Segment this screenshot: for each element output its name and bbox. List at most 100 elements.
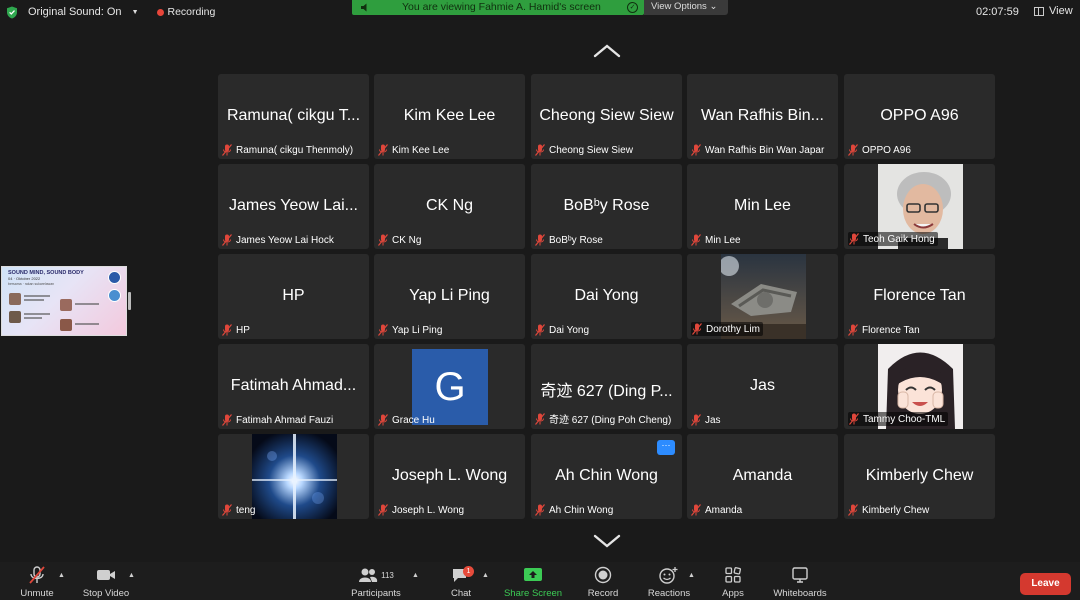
participant-tile[interactable]: G Grace Hu: [374, 344, 525, 429]
muted-mic-icon: [535, 412, 545, 425]
stop-video-button[interactable]: Stop Video: [80, 566, 132, 599]
participant-tile[interactable]: Florence Tan Florence Tan: [844, 254, 995, 339]
recording-label: Recording: [167, 6, 216, 18]
reactions-button[interactable]: Reactions: [645, 566, 693, 599]
participant-tile[interactable]: Min Lee Min Lee: [687, 164, 838, 249]
participant-tile[interactable]: ··· Ah Chin Wong Ah Chin Wong: [531, 434, 682, 519]
participant-tile[interactable]: James Yeow Lai... James Yeow Lai Hock: [218, 164, 369, 249]
muted-mic-icon: [535, 504, 545, 516]
muted-mic-icon: [849, 233, 859, 245]
video-gallery: Ramuna( cikgu T... Ramuna( cikgu Thenmol…: [218, 74, 996, 520]
participant-caption: Ah Chin Wong: [535, 504, 613, 516]
participant-display-name: James Yeow Lai...: [229, 197, 358, 214]
stop-video-label: Stop Video: [82, 588, 130, 599]
record-label: Record: [587, 588, 619, 599]
participant-name: Cheong Siew Siew: [549, 144, 633, 156]
chat-button[interactable]: 1 Chat: [446, 566, 476, 599]
participant-name: CK Ng: [392, 234, 422, 246]
participants-count: 113: [381, 570, 394, 580]
participant-tile[interactable]: Amanda Amanda: [687, 434, 838, 519]
participant-name: Amanda: [705, 504, 743, 516]
muted-mic-icon: [848, 324, 858, 336]
participant-display-name: CK Ng: [425, 197, 474, 214]
participant-display-name: Florence Tan: [873, 287, 966, 304]
participant-tile[interactable]: Dorothy Lim: [687, 254, 838, 339]
participant-tile[interactable]: Joseph L. Wong Joseph L. Wong: [374, 434, 525, 519]
participant-tile[interactable]: Jas Jas: [687, 344, 838, 429]
participant-display-name: Yap Li Ping: [409, 287, 490, 304]
text-line: [24, 317, 42, 319]
muted-mic-icon: [378, 324, 388, 336]
participant-tile[interactable]: Wan Rafhis Bin... Wan Rafhis Bin Wan Jap…: [687, 74, 838, 159]
emoji-plus-icon: [659, 567, 678, 584]
recording-dot-icon: [156, 8, 164, 16]
participant-caption: Dorothy Lim: [691, 322, 763, 336]
participant-tile[interactable]: teng: [218, 434, 369, 519]
more-options-button[interactable]: ···: [657, 440, 675, 455]
participant-tile[interactable]: Teoh Gaik Hong: [844, 164, 995, 249]
shared-screen-thumbnail[interactable]: SOUND MIND, SOUND BODY 04 · Oktober 2022…: [1, 266, 127, 336]
participant-caption: Amanda: [691, 504, 742, 516]
participant-name: HP: [236, 324, 250, 336]
participant-caption: Ramuna( cikgu Thenmoly): [222, 144, 353, 156]
participant-name: Ah Chin Wong: [549, 504, 614, 516]
muted-mic-icon: [691, 414, 701, 426]
caret-up-icon[interactable]: ▲: [688, 572, 695, 579]
muted-mic-icon: [849, 413, 859, 425]
participant-tile[interactable]: Ramuna( cikgu T... Ramuna( cikgu Thenmol…: [218, 74, 369, 159]
participant-name: Grace Hu: [392, 414, 435, 426]
unmute-button[interactable]: Unmute: [16, 566, 58, 599]
view-options-button[interactable]: View Options ⌄: [644, 0, 728, 15]
participant-name: 奇迹 627 (Ding Poh Cheng): [549, 415, 672, 426]
record-icon: [594, 566, 612, 584]
caret-up-icon[interactable]: ▲: [482, 572, 489, 579]
text-line: [75, 323, 99, 325]
participants-button[interactable]: 113 Participants: [346, 566, 406, 599]
participant-tile[interactable]: Tammy Choo-TML: [844, 344, 995, 429]
participant-caption: 奇迹 627 (Ding Poh Cheng): [535, 411, 671, 426]
caret-up-icon[interactable]: ▲: [128, 572, 135, 579]
participant-display-name: Fatimah Ahmad...: [230, 377, 357, 394]
shared-screen-subtitle: 04 · Oktober 2022: [8, 276, 41, 281]
participant-caption: Jas: [691, 414, 721, 426]
participant-tile[interactable]: Fatimah Ahmad... Fatimah Ahmad Fauzi: [218, 344, 369, 429]
participant-name: Ramuna( cikgu Thenmoly): [236, 144, 354, 156]
participant-tile[interactable]: Yap Li Ping Yap Li Ping: [374, 254, 525, 339]
participant-name: Jas: [705, 414, 721, 426]
participant-tile[interactable]: OPPO A96 OPPO A96: [844, 74, 995, 159]
grid-view-icon: [1034, 6, 1044, 16]
participant-tile[interactable]: Dai Yong Dai Yong: [531, 254, 682, 339]
view-label: View: [1049, 5, 1073, 17]
apps-button[interactable]: Apps: [716, 566, 750, 599]
participant-caption: Dai Yong: [535, 324, 589, 336]
shield-check-icon: [7, 6, 17, 18]
participant-tile[interactable]: 奇迹 627 (Ding P... 奇迹 627 (Ding Poh Cheng…: [531, 344, 682, 429]
caret-down-icon[interactable]: ▼: [132, 9, 139, 16]
starlight-photo-image: [252, 434, 337, 519]
record-button[interactable]: Record: [584, 566, 622, 599]
whiteboards-button[interactable]: Whiteboards: [768, 566, 832, 599]
participant-display-name: OPPO A96: [880, 107, 959, 124]
original-sound-control[interactable]: Original Sound: On ▼ Recording: [6, 4, 215, 20]
leave-button[interactable]: Leave: [1020, 573, 1071, 595]
participant-tile[interactable]: Kimberly Chew Kimberly Chew: [844, 434, 995, 519]
participant-tile[interactable]: BoBᵇy Rose BoBᵇy Rose: [531, 164, 682, 249]
share-screen-button[interactable]: Share Screen: [502, 566, 564, 599]
view-button[interactable]: View: [1034, 5, 1073, 17]
page-down-chevron-icon[interactable]: [593, 534, 621, 548]
participant-tile[interactable]: CK Ng CK Ng: [374, 164, 525, 249]
participant-display-name: Amanda: [732, 467, 793, 484]
avatar-letter: G: [434, 364, 466, 409]
whiteboard-icon: [792, 567, 808, 583]
check-circle-icon: ✓: [627, 2, 638, 13]
page-up-chevron-icon[interactable]: [593, 44, 621, 58]
caret-up-icon[interactable]: ▲: [58, 572, 65, 579]
participant-caption: BoBᵇy Rose: [535, 234, 603, 246]
participant-tile[interactable]: Cheong Siew Siew Cheong Siew Siew: [531, 74, 682, 159]
participant-tile[interactable]: HP HP: [218, 254, 369, 339]
caret-up-icon[interactable]: ▲: [412, 572, 419, 579]
participant-caption: teng: [222, 504, 255, 516]
resize-handle[interactable]: [128, 292, 131, 310]
muted-mic-icon: [535, 144, 545, 156]
participant-tile[interactable]: Kim Kee Lee Kim Kee Lee: [374, 74, 525, 159]
